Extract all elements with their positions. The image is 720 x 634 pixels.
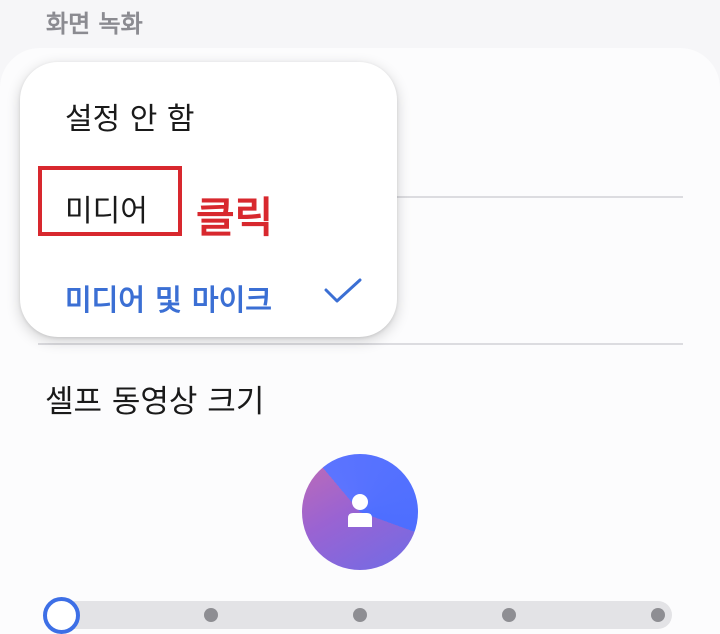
check-icon <box>324 278 362 303</box>
selfie-video-size-label: 셀프 동영상 크기 <box>45 384 265 420</box>
slider-step-dot[interactable] <box>651 608 665 622</box>
click-annotation: 클릭 <box>196 193 274 242</box>
menu-item-label: 설정 안 함 <box>65 102 195 137</box>
click-highlight-box <box>38 166 182 236</box>
divider <box>38 343 683 345</box>
slider-thumb[interactable] <box>43 597 80 634</box>
menu-item-label: 미디어 및 마이크 <box>65 283 272 317</box>
menu-item-no-sound[interactable]: 설정 안 함 <box>20 70 397 150</box>
slider-step-dot[interactable] <box>502 608 516 622</box>
menu-item-media-and-mic[interactable]: 미디어 및 마이크 <box>20 255 397 335</box>
selfie-video-preview <box>302 454 418 570</box>
slider-step-dot[interactable] <box>204 608 218 622</box>
person-icon <box>348 494 372 527</box>
slider-step-dot[interactable] <box>353 608 367 622</box>
screen: 화면 녹화 셀프 동영상 크기 설정 안 함 미디어 미디어 및 마이크 클릭 <box>0 0 720 634</box>
section-title: 화면 녹화 <box>46 10 143 38</box>
